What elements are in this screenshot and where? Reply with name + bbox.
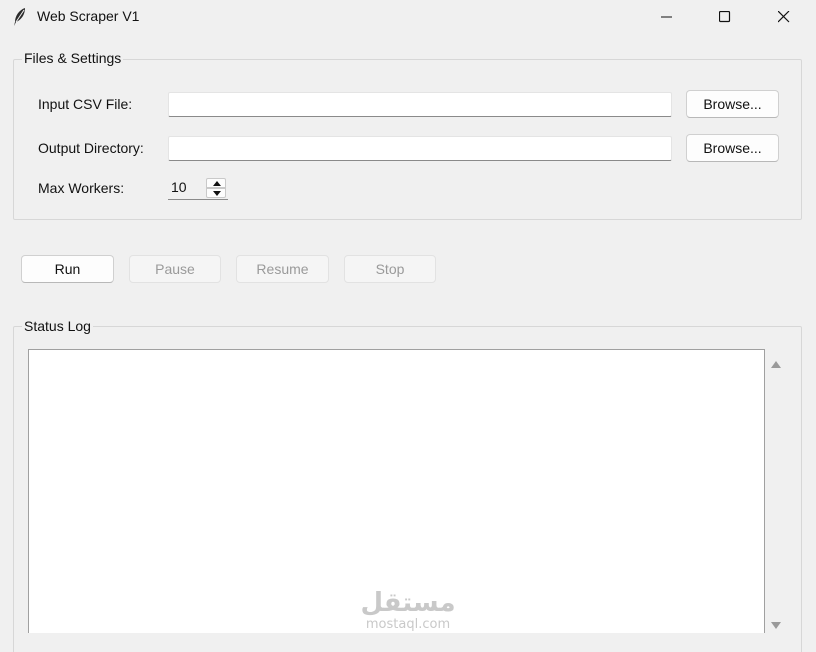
log-scrollbar[interactable] [766, 349, 786, 633]
minimize-button[interactable] [638, 0, 696, 34]
browse-input-button[interactable]: Browse... [686, 90, 779, 118]
run-button[interactable]: Run [21, 255, 114, 283]
scroll-up-icon[interactable] [770, 356, 782, 368]
spin-up-button[interactable] [206, 178, 226, 188]
close-icon [778, 11, 790, 23]
output-dir-field[interactable] [168, 136, 672, 161]
watermark-arabic: مستقل [360, 588, 456, 618]
window-title: Web Scraper V1 [37, 8, 140, 24]
resume-button[interactable]: Resume [236, 255, 329, 283]
watermark-latin: mostaql.com [365, 617, 451, 632]
watermark: مستقل mostaql.com [358, 588, 458, 638]
input-csv-field[interactable] [168, 92, 672, 117]
spin-down-button[interactable] [206, 188, 226, 198]
max-workers-value[interactable]: 10 [171, 179, 187, 195]
title-bar: Web Scraper V1 [0, 0, 816, 34]
triangle-up-icon [213, 181, 221, 186]
max-workers-spinbox[interactable]: 10 [168, 176, 228, 200]
settings-group-label: Files & Settings [22, 50, 124, 66]
minimize-icon [661, 16, 672, 18]
maximize-button[interactable] [696, 0, 754, 34]
feather-icon [12, 7, 28, 27]
scroll-down-icon[interactable] [770, 618, 782, 629]
status-log-label: Status Log [22, 318, 93, 334]
output-dir-label: Output Directory: [38, 140, 144, 156]
maximize-icon [719, 11, 731, 23]
browse-output-button[interactable]: Browse... [686, 134, 779, 162]
pause-button[interactable]: Pause [129, 255, 221, 283]
close-button[interactable] [755, 0, 813, 34]
spin-arrows [206, 178, 226, 198]
input-csv-label: Input CSV File: [38, 96, 133, 112]
max-workers-label: Max Workers: [38, 180, 125, 196]
stop-button[interactable]: Stop [344, 255, 436, 283]
triangle-down-icon [213, 191, 221, 196]
